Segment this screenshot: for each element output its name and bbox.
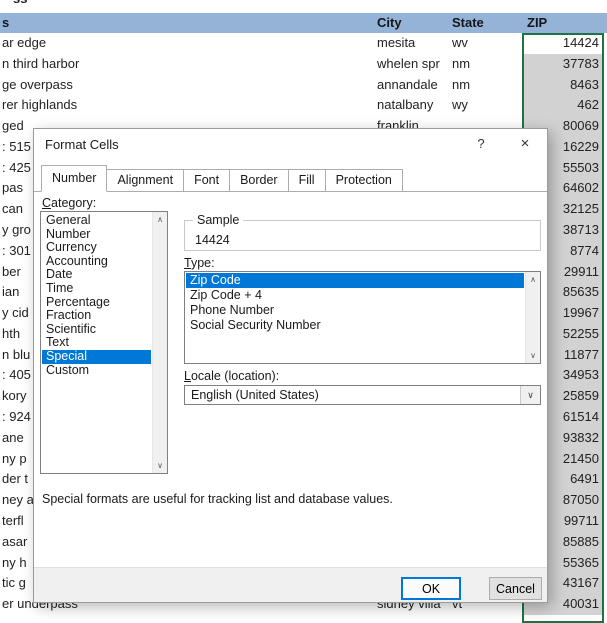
chevron-down-icon: ∨ <box>527 390 534 400</box>
category-item[interactable]: Date <box>42 268 151 282</box>
scroll-up-icon[interactable]: ∧ <box>153 212 167 227</box>
type-items: Zip Code Zip Code + 4 Phone Number Social S… <box>186 273 524 333</box>
cell-zip[interactable]: 462 <box>524 95 602 117</box>
cell-state[interactable]: nm <box>452 75 512 96</box>
scroll-up-icon[interactable]: ∧ <box>526 272 540 287</box>
type-item[interactable]: Zip Code + 4 <box>186 288 524 303</box>
tab[interactable]: Number <box>41 165 108 192</box>
cell-address[interactable]: ar edge <box>2 33 342 54</box>
sheet-row[interactable]: rer highlands natalbany wy 462 <box>0 95 607 117</box>
clipped-text: ss <box>13 0 39 5</box>
tab[interactable]: Alignment <box>106 169 185 191</box>
sample-value: 14424 <box>195 233 230 247</box>
sheet-row[interactable]: n third harbor whelen spr nm 37783 <box>0 53 607 75</box>
category-item[interactable]: Scientific <box>42 323 151 337</box>
header-address-partial: s <box>2 15 10 30</box>
dropdown-button[interactable]: ∨ <box>520 386 540 404</box>
sample-label: Sample <box>193 213 244 227</box>
scroll-down-icon[interactable]: ∨ <box>153 458 167 473</box>
cell-city[interactable]: whelen spr <box>377 54 451 75</box>
ok-button[interactable]: OK <box>401 577 461 600</box>
category-scrollbar[interactable]: ∧ ∨ <box>152 212 167 473</box>
category-item[interactable]: Text <box>42 336 151 350</box>
sheet-row[interactable]: ar edge mesita wv 14424 <box>0 33 607 54</box>
category-item[interactable]: Time <box>42 282 151 296</box>
type-scrollbar[interactable]: ∧ ∨ <box>525 272 540 363</box>
cell-city[interactable]: natalbany <box>377 95 451 116</box>
cell-address[interactable]: rer highlands <box>2 95 342 116</box>
help-button[interactable]: ? <box>466 132 496 155</box>
dialog-footer: OK Cancel <box>34 567 547 602</box>
help-icon: ? <box>477 136 485 151</box>
category-item[interactable]: Custom <box>42 364 151 378</box>
cell-city[interactable]: mesita <box>377 33 451 54</box>
category-item[interactable]: Currency <box>42 241 151 255</box>
type-item[interactable]: Social Security Number <box>186 318 524 333</box>
cell-zip[interactable]: 37783 <box>524 53 602 75</box>
category-item[interactable]: Percentage <box>42 296 151 310</box>
type-item[interactable]: Phone Number <box>186 303 524 318</box>
category-label: Category: <box>42 196 97 210</box>
cell-city[interactable]: annandale <box>377 75 451 96</box>
type-item[interactable]: Zip Code <box>186 273 524 288</box>
close-icon: × <box>520 135 530 152</box>
cell-address[interactable]: n third harbor <box>2 54 342 75</box>
locale-combobox[interactable]: English (United States) ∨ <box>184 385 541 405</box>
header-zip: ZIP <box>527 15 548 30</box>
type-label: Type: <box>184 256 215 270</box>
tab-strip: Number Alignment Font Border Fill Protection <box>34 165 547 192</box>
locale-value: English (United States) <box>191 388 319 402</box>
category-item[interactable]: General <box>42 214 151 228</box>
header-state: State <box>452 15 484 30</box>
close-button[interactable]: × <box>510 132 540 155</box>
cell-state[interactable]: wy <box>452 95 512 116</box>
category-item[interactable]: Special <box>42 349 151 364</box>
cancel-button[interactable]: Cancel <box>489 577 542 600</box>
category-item[interactable]: Number <box>42 228 151 242</box>
locale-label: Locale (location): <box>184 369 280 383</box>
sheet-header-row: s City State ZIP <box>0 13 607 33</box>
tab[interactable]: Font <box>183 169 231 191</box>
category-items: General Number Currency Accounting Date Time P… <box>42 214 151 377</box>
category-item[interactable]: Fraction <box>42 309 151 323</box>
tab[interactable]: Fill <box>287 169 326 191</box>
cell-state[interactable]: nm <box>452 54 512 75</box>
sheet-row[interactable]: ge overpass annandale nm 8463 <box>0 74 607 96</box>
cell-state[interactable]: wv <box>452 33 512 54</box>
clipped-row-fragment: ss <box>13 0 39 5</box>
scroll-down-icon[interactable]: ∨ <box>526 348 540 363</box>
tab[interactable]: Border <box>229 169 289 191</box>
dialog-title: Format Cells <box>45 137 119 152</box>
header-city: City <box>377 15 402 30</box>
format-cells-dialog: Format Cells ? × Number Alignment Font Bord… <box>33 128 548 603</box>
type-listbox: Zip Code Zip Code + 4 Phone Number Social S… <box>184 271 541 364</box>
category-listbox: General Number Currency Accounting Date Time P… <box>40 211 168 474</box>
category-item[interactable]: Accounting <box>42 255 151 269</box>
cell-address[interactable]: ge overpass <box>2 75 342 96</box>
sample-groupbox: Sample 14424 <box>184 213 541 251</box>
cell-zip[interactable]: 14424 <box>524 33 602 54</box>
cell-zip[interactable]: 8463 <box>524 74 602 96</box>
tab[interactable]: Protection <box>324 169 403 191</box>
special-format-description: Special formats are useful for tracking … <box>42 492 393 506</box>
